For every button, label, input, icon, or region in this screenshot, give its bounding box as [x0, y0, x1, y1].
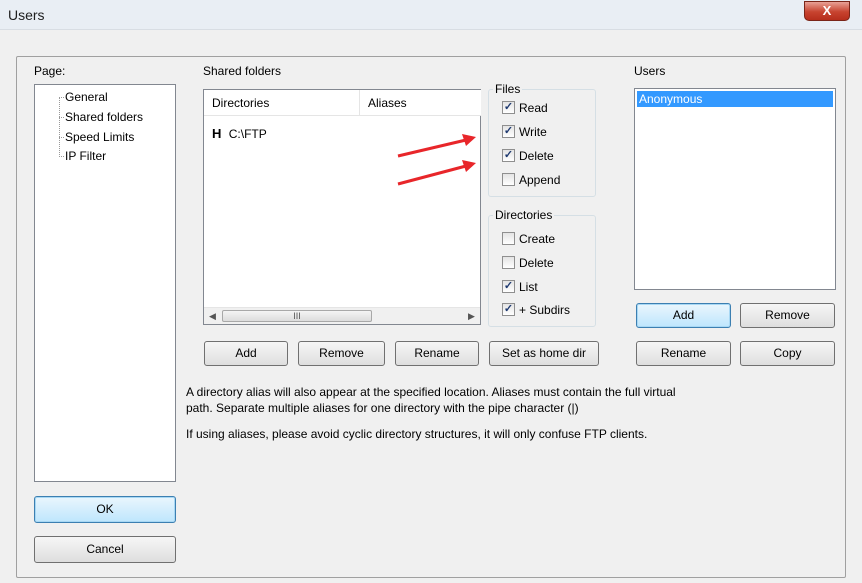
arrow-head-icon [462, 134, 476, 146]
tree-item-shared-folders[interactable]: Shared folders [65, 110, 143, 124]
dirs-delete-checkbox[interactable]: Delete [502, 256, 554, 272]
grip-icon: III [293, 311, 301, 321]
tree-item-speed-limits[interactable]: Speed Limits [65, 130, 134, 144]
page-tree[interactable]: General Shared folders Speed Limits IP F… [34, 84, 176, 482]
tree-connector [59, 97, 64, 98]
home-dir-flag: H [212, 126, 222, 141]
page-label: Page: [34, 64, 66, 78]
checkbox-icon [502, 173, 515, 187]
files-group-label: Files [493, 82, 523, 96]
user-item[interactable]: Anonymous [637, 91, 833, 107]
scrollbar-thumb[interactable]: III [222, 310, 372, 322]
checkbox-label: Delete [519, 149, 554, 163]
tree-connector [59, 156, 64, 157]
files-read-checkbox[interactable]: ✓ Read [502, 101, 548, 117]
scroll-right-icon[interactable]: ▶ [463, 308, 480, 324]
alias-info-line-3: If using aliases, please avoid cyclic di… [186, 427, 648, 441]
checkbox-label: Write [519, 125, 547, 139]
directory-row[interactable]: H C:\FTP [212, 126, 267, 141]
alias-info-line-2: path. Separate multiple aliases for one … [186, 401, 579, 415]
title-bar: Users X [0, 0, 862, 30]
users-list[interactable]: Anonymous [634, 88, 836, 290]
column-header-aliases[interactable]: Aliases [360, 90, 481, 116]
dirs-list-checkbox[interactable]: ✓ List [502, 280, 538, 296]
user-rename-button[interactable]: Rename [636, 341, 731, 366]
checkbox-icon: ✓ [502, 101, 515, 115]
alias-info-line-1: A directory alias will also appear at th… [186, 385, 676, 399]
checkbox-icon: ✓ [502, 125, 515, 139]
directories-group-label: Directories [493, 208, 555, 222]
dirs-subdirs-checkbox[interactable]: ✓ + Subdirs [502, 303, 570, 319]
user-copy-button[interactable]: Copy [740, 341, 835, 366]
checkbox-label: List [519, 280, 538, 294]
column-header-directories[interactable]: Directories [204, 90, 360, 116]
close-icon: X [822, 3, 832, 18]
checkbox-icon [502, 232, 515, 246]
checkbox-icon: ✓ [502, 303, 515, 317]
cancel-button[interactable]: Cancel [34, 536, 176, 563]
close-button[interactable]: X [804, 1, 850, 21]
shared-folders-list[interactable]: Directories Aliases H C:\FTP ◀ III ▶ [203, 89, 481, 325]
folder-rename-button[interactable]: Rename [395, 341, 479, 366]
annotation-arrow-1 [397, 138, 467, 158]
tree-item-ip-filter[interactable]: IP Filter [65, 149, 106, 163]
tree-connector [59, 117, 64, 118]
window-title: Users [8, 7, 45, 23]
dirs-create-checkbox[interactable]: Create [502, 232, 555, 248]
set-home-dir-button[interactable]: Set as home dir [489, 341, 599, 366]
checkbox-label: Append [519, 173, 561, 187]
user-add-button[interactable]: Add [636, 303, 731, 328]
files-delete-checkbox[interactable]: ✓ Delete [502, 149, 554, 165]
checkbox-icon: ✓ [502, 280, 515, 294]
directory-path: C:\FTP [228, 127, 267, 141]
checkbox-icon: ✓ [502, 149, 515, 163]
folder-add-button[interactable]: Add [204, 341, 288, 366]
folder-remove-button[interactable]: Remove [298, 341, 385, 366]
checkbox-label: Create [519, 232, 556, 246]
checkbox-label: + Subdirs [519, 303, 571, 317]
tree-connector [59, 137, 64, 138]
annotation-arrows [397, 134, 476, 186]
checkbox-icon [502, 256, 515, 270]
checkbox-label: Delete [519, 256, 554, 270]
annotation-arrow-2 [397, 164, 467, 186]
tree-connector [59, 97, 60, 157]
users-label: Users [634, 64, 666, 78]
tree-item-general[interactable]: General [65, 90, 108, 104]
arrow-head-icon [462, 160, 476, 172]
scroll-left-icon[interactable]: ◀ [204, 308, 221, 324]
horizontal-scrollbar[interactable]: ◀ III ▶ [204, 307, 480, 324]
files-write-checkbox[interactable]: ✓ Write [502, 125, 547, 141]
user-remove-button[interactable]: Remove [740, 303, 835, 328]
files-append-checkbox[interactable]: Append [502, 173, 560, 189]
checkbox-label: Read [519, 101, 548, 115]
shared-folders-label: Shared folders [203, 64, 282, 78]
ok-button[interactable]: OK [34, 496, 176, 523]
